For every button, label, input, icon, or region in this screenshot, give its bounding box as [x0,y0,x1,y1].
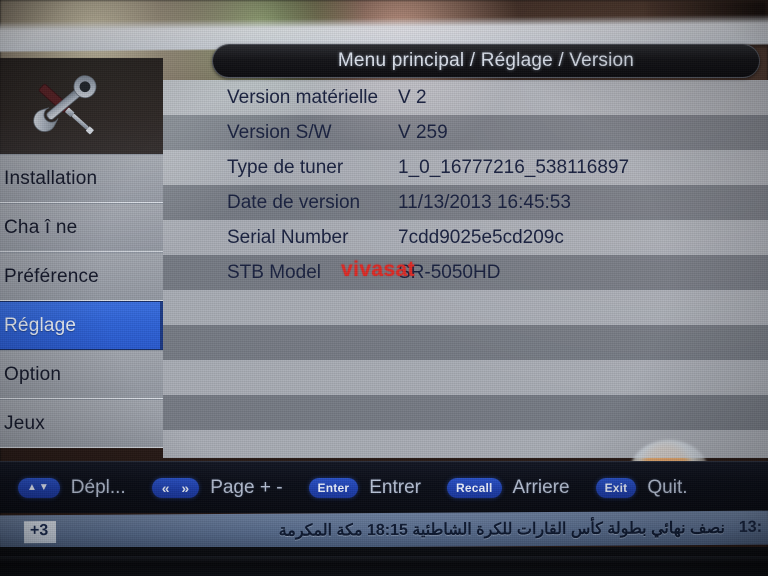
sidebar-item-label: Réglage [4,314,77,336]
hint-page[interactable]: « » Page + - [151,476,283,499]
table-row-empty [163,395,768,430]
table-row: Date de version 11/13/2013 16:45:53 [163,185,768,220]
updown-arrows-key-icon: ▲▼ [18,477,60,498]
table-row: Type de tuner 1_0_16777216_538116897 [163,150,768,185]
hint-label: Dépl... [70,476,126,498]
table-row: Serial Number 7cdd9025e5cd209c [163,220,768,255]
page-chevrons-key-icon: « » [151,477,200,498]
sidebar-item-installation[interactable]: Installation [0,154,163,203]
hint-label: Arriere [512,476,570,498]
footer-key-hint-bar: ▲▼ Dépl... « » Page + - Enter Entrer Rec… [0,461,768,513]
row-label: Version matérielle [227,86,379,108]
hint-navigate[interactable]: ▲▼ Dépl... [18,477,126,499]
sidebar-item-option[interactable]: Option [0,350,163,399]
row-label: Type de tuner [227,156,344,178]
hint-exit[interactable]: Exit Quit. [595,476,688,499]
table-row: Version S/W V 259 [163,115,768,150]
hint-label: Entrer [369,476,421,498]
sidebar-item-label: Installation [4,167,98,189]
ticker-badge: +3 [23,521,57,543]
hint-recall[interactable]: Recall Arriere [446,476,570,499]
version-info-pane: Version matérielle V 2 Version S/W V 259… [163,80,768,458]
sidebar-item-label: Jeux [4,412,45,434]
sidebar-item-label: Cha î ne [4,216,78,238]
row-value: V 259 [398,121,448,143]
row-value: 1_0_16777216_538116897 [398,156,630,178]
vivasat-watermark: vivasat [341,258,416,281]
news-ticker: +3 نصف نهائي بطولة كأس القارات للكرة الش… [0,510,768,550]
row-label: Date de version [227,191,361,213]
sidebar: Installation Cha î ne Préférence Réglage… [0,58,163,458]
sidebar-item-preference[interactable]: Préférence [0,252,163,301]
enter-key-icon: Enter [308,477,359,498]
table-row: STB Model vivasat SR-5050HD [163,255,768,290]
ticker-headline: نصف نهائي بطولة كأس القارات للكرة الشاطئ… [278,519,725,540]
sidebar-item-label: Préférence [4,265,99,287]
hint-label: Page + - [210,476,283,498]
sidebar-item-reglage[interactable]: Réglage [0,301,163,350]
tv-screen: قناة Menu principal / Réglage / Version [0,0,768,576]
table-row-empty [163,325,768,360]
page-title: Menu principal / Réglage / Version [337,50,635,71]
hint-enter[interactable]: Enter Entrer [308,476,421,499]
ticker-clock: 13: [738,518,763,536]
table-row: Version matérielle V 2 [163,80,768,115]
sidebar-item-jeux[interactable]: Jeux [0,399,163,448]
table-row-empty [163,430,768,458]
sidebar-menu-list: Installation Cha î ne Préférence Réglage… [0,154,163,448]
row-label: Serial Number [227,226,349,248]
sidebar-item-chaine[interactable]: Cha î ne [0,203,163,252]
screen-bottom-sheen [0,556,768,563]
table-row-empty [163,360,768,395]
exit-key-icon: Exit [595,477,637,498]
table-row-empty [163,290,768,325]
sidebar-item-label: Option [4,363,62,385]
recall-key-icon: Recall [446,477,502,498]
tools-wrench-screwdriver-icon [33,75,97,135]
breadcrumb-title-bar: Menu principal / Réglage / Version [212,44,760,78]
sidebar-icon-panel [0,58,163,154]
row-value: V 2 [398,86,427,108]
row-label: Version S/W [227,121,332,143]
hint-label: Quit. [647,476,688,498]
row-value: 7cdd9025e5cd209c [398,226,564,248]
row-value: 11/13/2013 16:45:53 [398,191,571,213]
